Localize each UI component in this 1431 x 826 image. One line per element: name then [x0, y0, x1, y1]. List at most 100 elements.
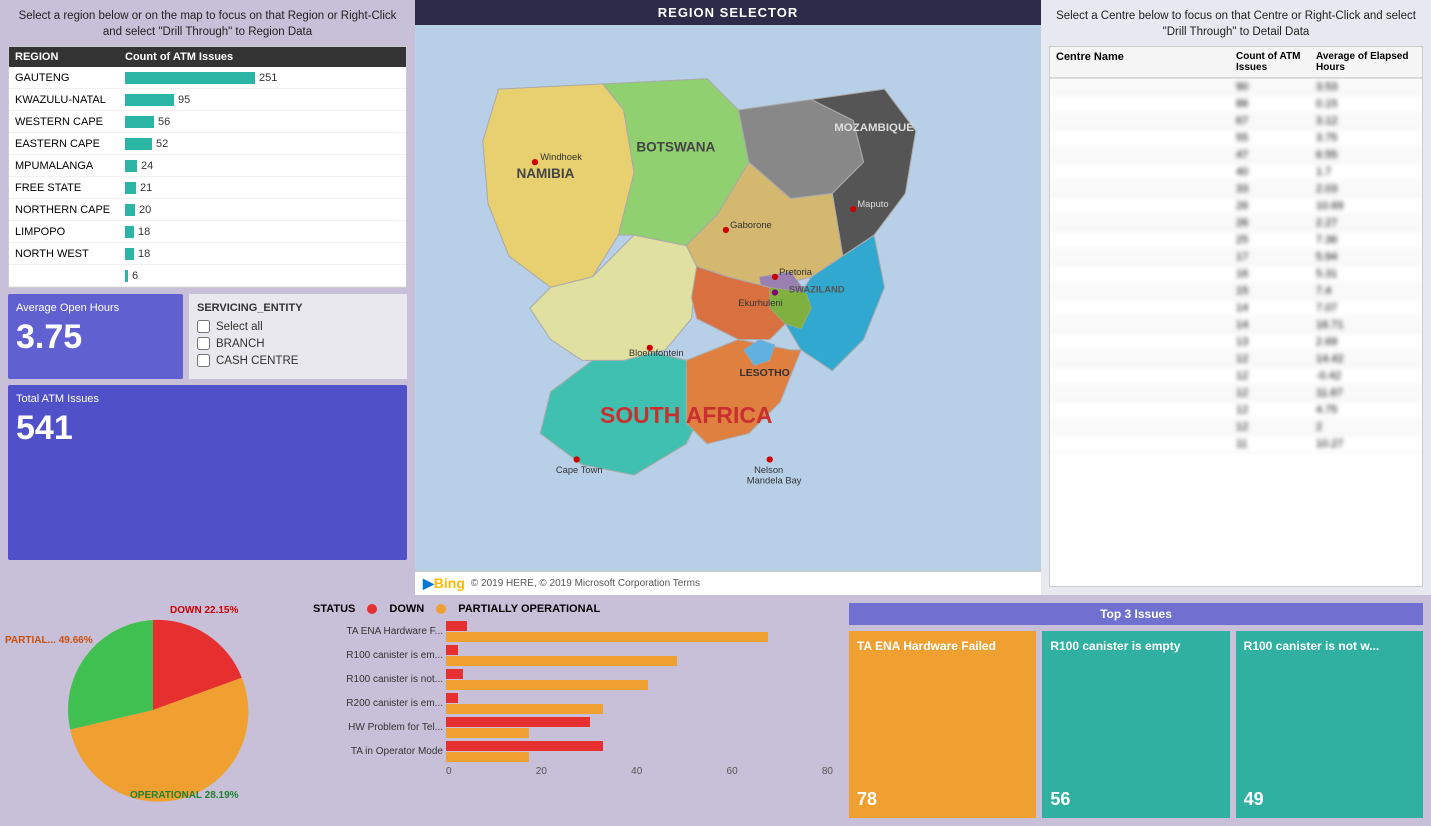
centre-row[interactable]: 12 4.75 — [1050, 402, 1422, 419]
centre-row[interactable]: 16 5.31 — [1050, 266, 1422, 283]
status-label: STATUS — [313, 603, 355, 615]
region-row[interactable]: LIMPOPO 18 — [9, 221, 406, 243]
centre-row[interactable]: 14 7.07 — [1050, 300, 1422, 317]
region-bar-container: 18 — [125, 226, 400, 238]
region-bar — [125, 116, 154, 128]
centre-row[interactable]: 33 2.03 — [1050, 181, 1422, 198]
region-row[interactable]: WESTERN CAPE 56 — [9, 111, 406, 133]
centre-row[interactable]: 12 2 — [1050, 419, 1422, 436]
bar-partial — [446, 632, 768, 642]
total-atm-box: Total ATM Issues 541 — [8, 385, 407, 560]
region-value: 56 — [158, 116, 170, 128]
centre-name — [1056, 217, 1236, 229]
region-row[interactable]: EASTERN CAPE 52 — [9, 133, 406, 155]
top3-card-2[interactable]: R100 canister is not w... 49 — [1236, 631, 1423, 818]
servicing-entity-box: SERVICING_ENTITY Select all BRANCH CASH … — [189, 294, 407, 379]
svg-text:SWAZILAND: SWAZILAND — [789, 285, 845, 295]
region-value: 21 — [140, 182, 152, 194]
region-row[interactable]: KWAZULU-NATAL 95 — [9, 89, 406, 111]
centre-name — [1056, 421, 1236, 433]
centre-name — [1056, 302, 1236, 314]
bar-group — [446, 717, 590, 738]
status-chart-panel: STATUS DOWN PARTIALLY OPERATIONAL TA ENA… — [305, 595, 841, 826]
servicing-checkbox-1[interactable] — [197, 337, 210, 350]
centre-row[interactable]: 12 -0.42 — [1050, 368, 1422, 385]
bar-partial — [446, 680, 648, 690]
centre-avg: 4.75 — [1316, 404, 1416, 416]
col-region-header: REGION — [15, 51, 125, 63]
centre-row[interactable]: 17 5.94 — [1050, 249, 1422, 266]
top3-card-value: 78 — [857, 789, 1028, 810]
bing-logo: ▶Bing — [423, 575, 465, 592]
down-label: DOWN — [389, 603, 424, 615]
centre-avg: 2 — [1316, 421, 1416, 433]
centre-table[interactable]: Centre Name Count of ATM Issues Average … — [1049, 46, 1423, 586]
region-row[interactable]: MPUMALANGA 24 — [9, 155, 406, 177]
centre-avg: -0.42 — [1316, 370, 1416, 382]
region-row[interactable]: NORTH WEST 18 — [9, 243, 406, 265]
centre-row[interactable]: 26 2.27 — [1050, 215, 1422, 232]
bar-group — [446, 645, 677, 666]
centre-row[interactable]: 15 7.4 — [1050, 283, 1422, 300]
top3-card-value: 49 — [1244, 789, 1415, 810]
map-panel: REGION SELECTOR — [415, 0, 1041, 595]
centre-avg: 11.67 — [1316, 387, 1416, 399]
region-row[interactable]: NORTHERN CAPE 20 — [9, 199, 406, 221]
centre-row[interactable]: 40 1.7 — [1050, 164, 1422, 181]
bar-down — [446, 669, 463, 679]
region-bar — [125, 94, 174, 106]
centre-row[interactable]: 11 10.27 — [1050, 436, 1422, 453]
centre-name — [1056, 353, 1236, 365]
bar-row: TA ENA Hardware F... — [313, 621, 833, 642]
centre-row[interactable]: 90 3.53 — [1050, 79, 1422, 96]
pie-label-partial: PARTIAL... 49.66% — [5, 635, 93, 646]
centre-row[interactable]: 26 10.69 — [1050, 198, 1422, 215]
centre-count: 12 — [1236, 387, 1316, 399]
servicing-option-2[interactable]: CASH CENTRE — [197, 354, 399, 367]
centre-name — [1056, 319, 1236, 331]
top3-cards: TA ENA Hardware Failed 78 R100 canister … — [849, 631, 1423, 818]
servicing-label-0: Select all — [216, 321, 263, 333]
centre-avg: 3.53 — [1316, 81, 1416, 93]
svg-text:Ekurhuleni: Ekurhuleni — [738, 298, 782, 308]
servicing-checkbox-0[interactable] — [197, 320, 210, 333]
region-bar — [125, 270, 128, 282]
servicing-label-1: BRANCH — [216, 338, 265, 350]
centre-row[interactable]: 12 14.42 — [1050, 351, 1422, 368]
centre-row[interactable]: 67 3.12 — [1050, 113, 1422, 130]
centre-row[interactable]: 25 7.36 — [1050, 232, 1422, 249]
region-row[interactable]: FREE STATE 21 — [9, 177, 406, 199]
pie-label-operational: OPERATIONAL 28.19% — [130, 790, 239, 801]
centre-row[interactable]: 14 16.71 — [1050, 317, 1422, 334]
centre-row[interactable]: 47 6.55 — [1050, 147, 1422, 164]
region-bar — [125, 248, 134, 260]
region-row[interactable]: GAUTENG 251 — [9, 67, 406, 89]
top3-card-0[interactable]: TA ENA Hardware Failed 78 — [849, 631, 1036, 818]
region-row[interactable]: 6 — [9, 265, 406, 287]
servicing-checkbox-2[interactable] — [197, 354, 210, 367]
centre-name — [1056, 115, 1236, 127]
centre-count: 12 — [1236, 404, 1316, 416]
centre-row[interactable]: 13 2.69 — [1050, 334, 1422, 351]
pie-label-down: DOWN 22.15% — [170, 605, 238, 616]
avg-open-hours-value: 3.75 — [16, 318, 175, 357]
region-name: KWAZULU-NATAL — [15, 94, 125, 106]
region-name: EASTERN CAPE — [15, 138, 125, 150]
centre-avg: 7.4 — [1316, 285, 1416, 297]
bar-row: R100 canister is not... — [313, 669, 833, 690]
map-container[interactable]: SOUTH AFRICA NAMIBIA BOTSWANA MOZAMBIQUE… — [415, 25, 1041, 571]
centre-row[interactable]: 86 0.15 — [1050, 96, 1422, 113]
servicing-option-0[interactable]: Select all — [197, 320, 399, 333]
region-bar-container: 21 — [125, 182, 400, 194]
centre-row[interactable]: 55 3.75 — [1050, 130, 1422, 147]
top3-card-1[interactable]: R100 canister is empty 56 — [1042, 631, 1229, 818]
centre-count: 14 — [1236, 302, 1316, 314]
servicing-option-1[interactable]: BRANCH — [197, 337, 399, 350]
centre-avg: 16.71 — [1316, 319, 1416, 331]
centre-name — [1056, 183, 1236, 195]
region-bar — [125, 160, 137, 172]
centre-avg: 10.27 — [1316, 438, 1416, 450]
top3-card-title: R100 canister is empty — [1050, 639, 1221, 653]
down-dot — [367, 604, 377, 614]
centre-row[interactable]: 12 11.67 — [1050, 385, 1422, 402]
